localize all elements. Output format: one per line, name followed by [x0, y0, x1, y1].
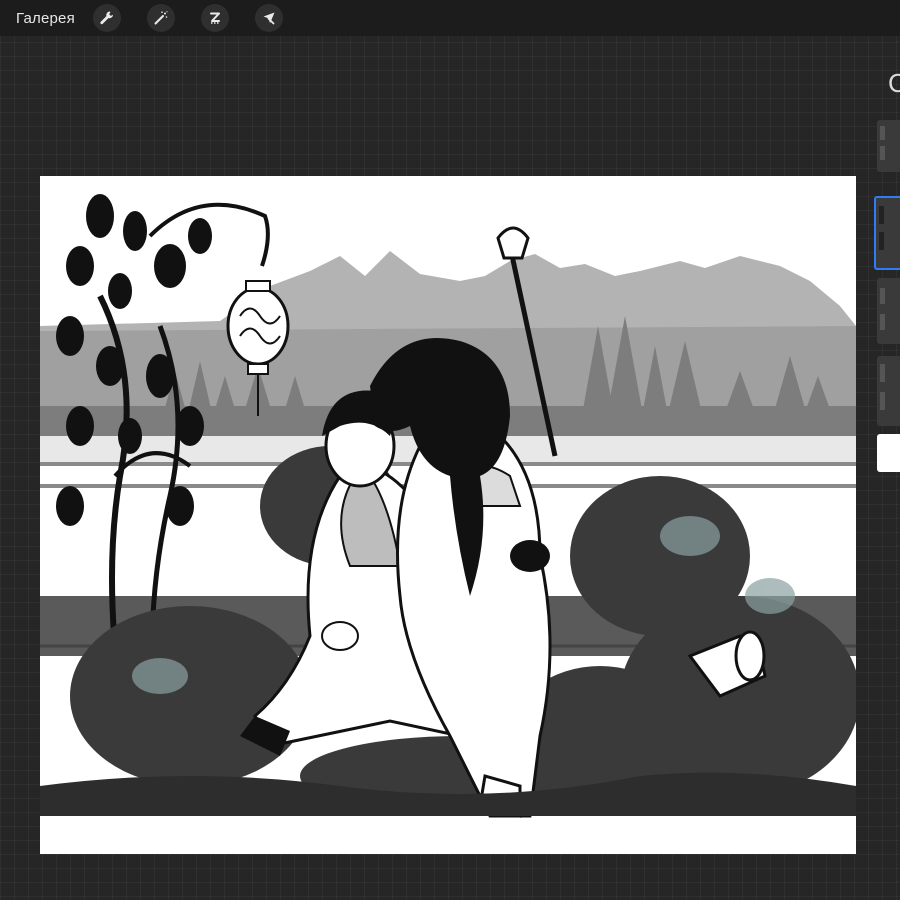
- selection-button[interactable]: [200, 4, 229, 32]
- arrow-cursor-icon: [263, 12, 275, 25]
- top-toolbar: Галерея: [0, 0, 900, 36]
- layer-thumbnail[interactable]: [877, 356, 900, 426]
- actions-button[interactable]: [92, 4, 121, 32]
- layers-panel-title: C: [888, 68, 900, 98]
- adjustments-button[interactable]: [146, 4, 175, 32]
- artwork: [40, 194, 856, 818]
- magic-wand-icon: [154, 11, 168, 25]
- transform-button[interactable]: [254, 4, 283, 32]
- background-color-layer[interactable]: [877, 434, 900, 472]
- wrench-icon: [100, 11, 113, 25]
- layer-thumbnail[interactable]: [877, 278, 900, 344]
- layer-thumbnail[interactable]: [877, 120, 900, 172]
- layer-thumbnail-selected[interactable]: [874, 196, 900, 270]
- drawing-canvas[interactable]: [40, 176, 856, 854]
- selection-s-icon: [209, 12, 220, 24]
- gallery-button[interactable]: Галерея: [16, 10, 75, 27]
